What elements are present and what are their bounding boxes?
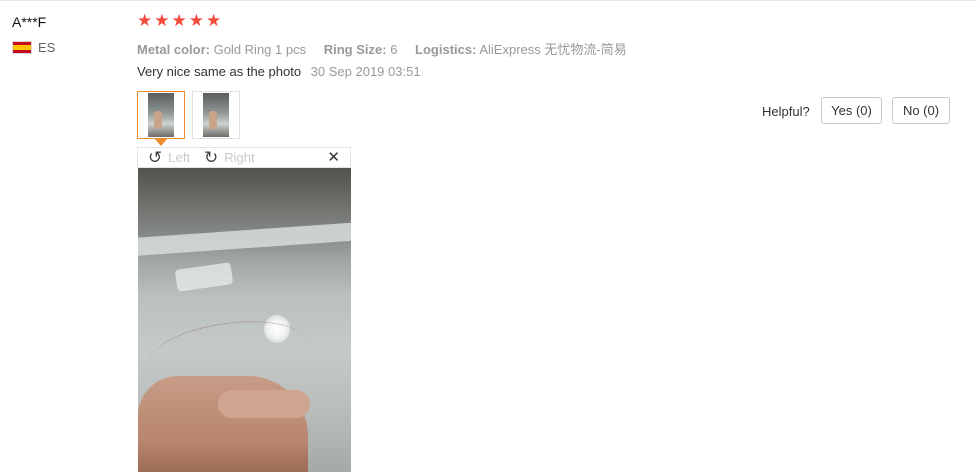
review-feedback: Very nice same as the photo 30 Sep 2019 … [137,64,421,79]
order-attributes: Metal color: Gold Ring 1 pcs Ring Size: … [137,39,641,58]
helpful-no-button[interactable]: No (0) [892,97,950,124]
review-date: 30 Sep 2019 03:51 [310,64,421,79]
attribute-value: AliExpress 无忧物流-简易 [479,42,627,57]
attribute-value: Gold Ring 1 pcs [213,42,307,57]
attribute-name: Logistics: [415,42,477,57]
attribute-value: 6 [390,42,398,57]
star-rating: ★ ★ ★ ★ ★ [137,12,221,29]
rotate-right-icon: ↻ [204,148,219,167]
star-icon: ★ [188,11,204,30]
review-photo-large [138,168,351,472]
attribute-metal-color: Metal color: Gold Ring 1 pcs [137,42,310,57]
star-icon: ★ [137,11,153,30]
attribute-name: Metal color: [137,42,210,57]
review-text: Very nice same as the photo [137,64,302,79]
star-icon: ★ [171,11,187,30]
review-photo-thumbnail[interactable] [137,91,185,139]
reviewer-name: A***F [12,14,47,30]
rotate-right-label: Right [224,150,255,165]
country-code: ES [38,40,56,55]
attribute-name: Ring Size: [323,42,387,57]
thumbnail-image [203,93,229,137]
thumbnail-image [148,93,174,137]
spain-flag-icon [12,41,32,54]
review-photo-thumbnail[interactable] [192,91,240,139]
close-icon[interactable]: ✕ [327,148,340,167]
active-thumbnail-pointer [155,139,167,146]
attribute-logistics: Logistics: AliExpress 无忧物流-简易 [415,42,627,57]
reviewer-country: ES [12,40,55,55]
rotate-right-button[interactable]: ↻ Right [204,149,255,166]
rotate-left-icon: ↺ [148,148,163,167]
top-divider [0,0,977,1]
photo-viewer-toolbar: ↺ Left ↻ Right ✕ [137,147,351,168]
helpful-yes-button[interactable]: Yes (0) [821,97,882,124]
rotate-left-button[interactable]: ↺ Left [148,149,190,166]
star-icon: ★ [206,11,222,30]
rotate-left-label: Left [168,150,190,165]
star-icon: ★ [154,11,170,30]
helpful-label: Helpful? [762,104,810,119]
attribute-ring-size: Ring Size: 6 [324,42,401,57]
